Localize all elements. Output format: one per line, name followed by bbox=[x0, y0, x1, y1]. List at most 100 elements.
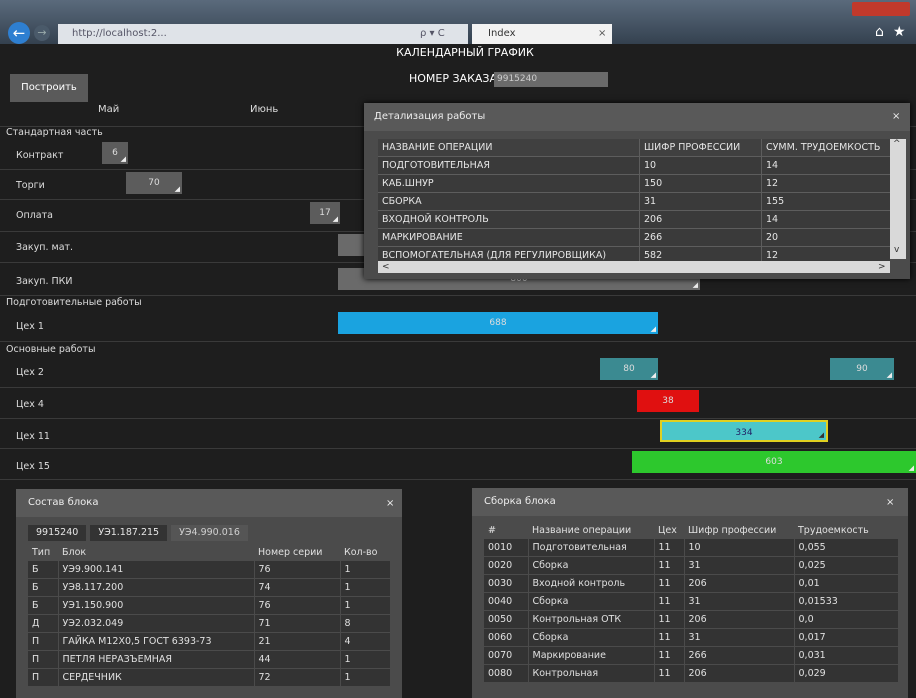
table-row[interactable]: 0070 Маркирование 11 266 0,031 bbox=[484, 646, 898, 665]
gantt-bar-shop-2[interactable]: 80 ◢ bbox=[600, 358, 658, 380]
cell: 0,017 bbox=[793, 628, 898, 647]
column-header[interactable]: Тип bbox=[28, 544, 58, 561]
resize-grip-icon[interactable]: ◢ bbox=[819, 432, 824, 439]
breadcrumb: 9915240 УЭ1.187.215 УЭ4.990.016 bbox=[28, 525, 248, 541]
cell: 11 bbox=[653, 646, 684, 665]
cell: ВХОДНОЙ КОНТРОЛЬ bbox=[378, 210, 640, 229]
resize-grip-icon[interactable]: ◢ bbox=[333, 216, 338, 223]
resize-grip-icon[interactable]: ◢ bbox=[651, 372, 656, 379]
favorites-star-icon[interactable]: ★ bbox=[893, 24, 906, 40]
gantt-bar-shop-15[interactable]: 603 ◢ bbox=[632, 451, 916, 473]
column-header[interactable]: НАЗВАНИЕ ОПЕРАЦИИ bbox=[378, 139, 640, 157]
order-number-field[interactable]: 9915240 bbox=[494, 72, 608, 87]
column-header[interactable]: Номер серии bbox=[254, 544, 340, 561]
table-row[interactable]: П ГАЙКА М12Х0,5 ГОСТ 6393-73 21 4 bbox=[28, 632, 390, 651]
back-button[interactable]: ← bbox=[8, 22, 30, 44]
table-row[interactable]: КАБ.ШНУР 150 12 bbox=[378, 174, 890, 193]
table-row[interactable]: П ПЕТЛЯ НЕРАЗЪЕМНАЯ 44 1 bbox=[28, 650, 390, 669]
table-row[interactable]: 0050 Контрольная ОТК 11 206 0,0 bbox=[484, 610, 898, 629]
table-row[interactable]: Б УЭ9.900.141 76 1 bbox=[28, 561, 390, 579]
cell: Сборка bbox=[527, 628, 654, 647]
section-standard: Стандартная часть bbox=[6, 127, 103, 138]
block-composition-panel: Состав блока × 9915240 УЭ1.187.215 УЭ4.9… bbox=[16, 489, 402, 698]
column-header[interactable]: ШИФР ПРОФЕССИИ bbox=[639, 139, 762, 157]
cell: 11 bbox=[653, 556, 684, 575]
cell: П bbox=[28, 650, 58, 669]
gantt-bar-shop-1[interactable]: 688 ◢ bbox=[338, 312, 658, 334]
gantt-bar-tender[interactable]: 70 ◢ bbox=[126, 172, 182, 194]
close-icon[interactable]: × bbox=[386, 498, 394, 509]
browser-tab[interactable]: Index bbox=[472, 24, 612, 44]
scroll-up-icon[interactable]: ^ bbox=[893, 139, 901, 149]
scroll-left-icon[interactable]: < bbox=[382, 261, 390, 273]
close-icon[interactable]: × bbox=[892, 111, 900, 122]
table-row[interactable]: Д УЭ2.032.049 71 8 bbox=[28, 614, 390, 633]
cell: 11 bbox=[653, 610, 684, 629]
gantt-bar-payment[interactable]: 17 ◢ bbox=[310, 202, 340, 224]
horizontal-scrollbar[interactable]: < > bbox=[378, 261, 890, 273]
column-header[interactable]: Название операции bbox=[528, 522, 654, 539]
scroll-right-icon[interactable]: > bbox=[878, 261, 886, 273]
gantt-bar-shop-4[interactable]: 38 bbox=[637, 390, 699, 412]
cell: 266 bbox=[639, 228, 762, 247]
column-header[interactable]: # bbox=[484, 522, 528, 539]
cell: 1 bbox=[339, 561, 390, 579]
column-header[interactable]: Шифр профессии bbox=[684, 522, 794, 539]
table-row[interactable]: МАРКИРОВАНИЕ 266 20 bbox=[378, 228, 890, 247]
breadcrumb-item[interactable]: УЭ4.990.016 bbox=[171, 525, 248, 541]
table-row[interactable]: СБОРКА 31 155 bbox=[378, 192, 890, 211]
cell: 0,025 bbox=[793, 556, 898, 575]
table-row[interactable]: 0060 Сборка 11 31 0,017 bbox=[484, 628, 898, 647]
detail-table: НАЗВАНИЕ ОПЕРАЦИИ ШИФР ПРОФЕССИИ СУММ. Т… bbox=[378, 139, 890, 265]
cell: МАРКИРОВАНИЕ bbox=[378, 228, 640, 247]
build-button[interactable]: Построить bbox=[10, 74, 88, 102]
window-controls[interactable] bbox=[852, 2, 910, 16]
gantt-bar-shop-11[interactable]: 334 ◢ bbox=[660, 420, 828, 442]
table-row[interactable]: 0010 Подготовительная 11 10 0,055 bbox=[484, 539, 898, 557]
cell: 1 bbox=[339, 596, 390, 615]
cell: 11 bbox=[653, 539, 684, 557]
column-header[interactable]: СУММ. ТРУДОЕМКОСТЬ bbox=[761, 139, 890, 157]
column-header[interactable]: Блок bbox=[58, 544, 254, 561]
table-row[interactable]: 0020 Сборка 11 31 0,025 bbox=[484, 556, 898, 575]
table-row[interactable]: ВХОДНОЙ КОНТРОЛЬ 206 14 bbox=[378, 210, 890, 229]
address-search-refresh-controls[interactable]: ρ ▾ C bbox=[420, 24, 468, 44]
cell: 0010 bbox=[484, 539, 528, 557]
panel-title: Сборка блока bbox=[472, 488, 908, 516]
cell: 31 bbox=[639, 192, 762, 211]
resize-grip-icon[interactable]: ◢ bbox=[693, 282, 698, 289]
cell: Маркирование bbox=[527, 646, 654, 665]
home-icon[interactable]: ⌂ bbox=[875, 24, 884, 40]
cell: 155 bbox=[761, 192, 890, 211]
row-label-material-purchase: Закуп. мат. bbox=[16, 242, 74, 253]
vertical-scrollbar[interactable]: ^ v bbox=[890, 139, 906, 259]
resize-grip-icon[interactable]: ◢ bbox=[121, 156, 126, 163]
cell: Контрольная ОТК bbox=[527, 610, 654, 629]
resize-grip-icon[interactable]: ◢ bbox=[175, 186, 180, 193]
table-row[interactable]: ПОДГОТОВИТЕЛЬНАЯ 10 14 bbox=[378, 156, 890, 175]
resize-grip-icon[interactable]: ◢ bbox=[887, 372, 892, 379]
scroll-down-icon[interactable]: v bbox=[894, 245, 899, 255]
address-bar[interactable]: http://localhost:2... bbox=[58, 24, 468, 44]
table-row[interactable]: П СЕРДЕЧНИК 72 1 bbox=[28, 668, 390, 687]
tab-close-icon[interactable]: × bbox=[598, 24, 606, 44]
table-row[interactable]: 0080 Контрольная 11 206 0,029 bbox=[484, 664, 898, 683]
cell: 11 bbox=[653, 628, 684, 647]
gantt-bar-contract[interactable]: 6 ◢ bbox=[102, 142, 128, 164]
breadcrumb-item[interactable]: 9915240 bbox=[28, 525, 87, 541]
table-row[interactable]: 0030 Входной контроль 11 206 0,01 bbox=[484, 574, 898, 593]
breadcrumb-item[interactable]: УЭ1.187.215 bbox=[90, 525, 168, 541]
forward-button[interactable]: → bbox=[34, 25, 50, 41]
cell: УЭ1.150.900 bbox=[57, 596, 254, 615]
table-row[interactable]: 0040 Сборка 11 31 0,01533 bbox=[484, 592, 898, 611]
resize-grip-icon[interactable]: ◢ bbox=[651, 326, 656, 333]
close-icon[interactable]: × bbox=[886, 497, 894, 508]
column-header[interactable]: Цех bbox=[654, 522, 684, 539]
resize-grip-icon[interactable]: ◢ bbox=[909, 465, 914, 472]
table-row[interactable]: Б УЭ1.150.900 76 1 bbox=[28, 596, 390, 615]
column-header[interactable]: Кол-во bbox=[340, 544, 390, 561]
column-header[interactable]: Трудоемкость bbox=[794, 522, 898, 539]
gantt-bar-shop-2-second[interactable]: 90 ◢ bbox=[830, 358, 894, 380]
table-row[interactable]: Б УЭ8.117.200 74 1 bbox=[28, 578, 390, 597]
cell: ПЕТЛЯ НЕРАЗЪЕМНАЯ bbox=[57, 650, 254, 669]
